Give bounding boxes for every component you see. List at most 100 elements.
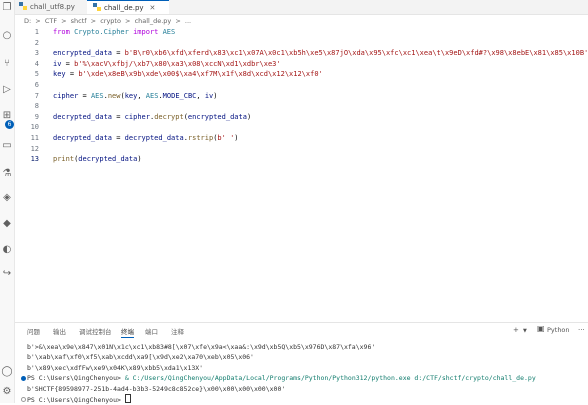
chevron-down-icon[interactable]: ▼ [523,328,527,334]
edge-tools-icon[interactable]: ◐ [1,244,13,256]
breadcrumb-symbol[interactable]: ... [185,17,191,25]
tab-debug-console[interactable]: 调试控制台 [79,326,112,336]
code-token: MODE_CBC [162,91,197,100]
remote-explorer-icon[interactable]: ▭ [1,140,13,152]
extensions-badge: 6 [5,120,14,129]
tab-comments[interactable]: 注释 [171,326,184,336]
tab-terminal[interactable]: 终端 [121,326,134,338]
code-token: encrypted_data [53,49,113,58]
code-token: decrypted_data [124,134,184,142]
line-number: 13 [30,155,39,164]
tab-chall-utf8[interactable]: chall_utf8.py [19,0,83,14]
code-token: print [53,155,75,164]
terminal-command: & C:/Users/QingChenyou/AppData/Local/Pro… [124,374,536,383]
code-line[interactable]: 11 decrypted_data = decrypted_data.rstrip… [15,133,588,144]
account-icon[interactable]: ◯ [1,366,13,378]
share-icon[interactable]: ↪ [1,268,13,280]
command-decoration-icon[interactable] [21,396,26,402]
code-line[interactable]: 5 key = b'\xde\x8eB\x9b\xde\x00$\xa4\xf7M… [15,69,588,80]
terminal-line: b'>&\xea\x9e\x847\x01N\x1c\xc1\xb83#8[\x… [15,342,588,352]
breadcrumb-crypto[interactable]: crypto [100,17,121,25]
line-number: 11 [30,134,39,142]
code-line[interactable]: 6 [15,80,588,91]
breadcrumb-ctf[interactable]: CTF [45,17,57,25]
command-decoration-icon[interactable] [21,376,26,382]
code-text: iv = b'%\xacV\xfbj/\xb7\x80\xa3\x08\xccN… [53,59,281,70]
code-line[interactable]: 10 [15,122,588,133]
line-number: 9 [34,112,39,121]
terminal-text: b'\x89\xec\xdfFw\xe9\x04K\x89\xbb5\xda1\… [27,363,204,372]
code-token: b'%\xacV\xfbj/\xb7\x80\xa3\x08\xccN\xd1\… [74,59,281,68]
line-number: 6 [34,81,39,89]
code-text: from Crypto.Cipher import AES [53,27,175,38]
code-line[interactable]: 7 cipher = AES.new(key, AES.MODE_CBC, iv) [15,91,588,102]
python-icon[interactable]: ◆ [1,218,13,230]
tab-output[interactable]: 输出 [53,326,66,336]
code-token: decrypted_data [78,155,138,164]
code-token: rstrip [187,134,214,142]
code-line[interactable]: 3 encrypted_data = b'B\r0\xb6\xfd\xferd\x… [15,48,588,59]
code-line[interactable]: 1 from Crypto.Cipher import AES [15,27,588,38]
code-token: = [112,134,125,142]
close-icon[interactable]: ✕ [150,4,156,12]
run-debug-icon[interactable]: ▷ [1,84,13,96]
tab-problems[interactable]: 问题 [27,326,40,336]
source-control-icon[interactable]: ⑂ [1,58,13,70]
explorer-icon[interactable]: ❐ [1,2,13,14]
tab-label: chall_de.py [104,4,144,12]
code-token: b'B\r0\xb6\xfd\xferd\x83\xc1\x07A\x0c1\x… [124,49,588,58]
testing-icon[interactable]: ⚗ [1,168,13,180]
more-actions-button[interactable]: ··· [578,326,585,334]
code-token: ) [234,134,239,142]
line-number: 10 [30,123,39,132]
code-line[interactable]: 2 [15,38,588,49]
code-token: decrypted_data [53,112,113,121]
code-token: key [124,91,138,100]
breadcrumb-drive[interactable]: D: [24,17,31,25]
line-number: 1 [34,28,39,36]
editor-tab-bar: chall_utf8.py chall_de.py ✕ [15,0,588,15]
code-token: cipher [53,91,79,100]
code-line[interactable]: 12 [15,144,588,155]
breadcrumb-file[interactable]: chall_de.py [135,17,172,25]
new-terminal-button[interactable]: + [513,326,519,334]
line-number: 5 [34,70,39,79]
code-token: AES [162,28,176,36]
terminal-text: b'SHCTF{89598977-251b-4ad4-b3b3-5249c8c8… [27,384,286,393]
terminal-cursor [124,393,131,403]
code-line[interactable]: 4 iv = b'%\xacV\xfbj/\xb7\x80\xa3\x08\xcc… [15,59,588,70]
code-text: cipher = AES.new(key, AES.MODE_CBC, iv) [53,91,217,102]
settings-gear-icon[interactable]: ⚙ [1,386,13,398]
python-file-icon [93,3,101,11]
code-line[interactable]: 8 [15,101,588,112]
docker-icon[interactable]: ◈ [1,192,13,204]
line-number: 3 [34,49,39,58]
tab-ports[interactable]: 端口 [145,326,158,336]
code-editor[interactable]: 1 from Crypto.Cipher import AES 2 3 encrypte… [15,27,588,317]
code-token: encrypted_data [187,112,247,121]
code-token: ) [246,112,252,121]
chevron-right-icon: > [175,17,181,25]
code-token: ) [137,155,142,164]
code-text: key = b'\xde\x8eB\x9b\xde\x00$\xa4\xf7M\… [53,69,323,80]
chevron-right-icon: > [35,17,41,25]
terminal-line: b'SHCTF{89598977-251b-4ad4-b3b3-5249c8c8… [15,384,588,394]
line-number: 12 [30,144,39,153]
search-icon[interactable]: ○ [1,30,13,42]
code-line[interactable]: 9 decrypted_data = cipher.decrypt(encrypt… [15,112,588,123]
code-token: = [78,91,91,100]
breadcrumb: D: > CTF > shctf > crypto > chall_de.py … [24,16,193,26]
terminal-output[interactable]: b'>&\xea\x9e\x847\x01N\x1c\xc1\xb83#8[\x… [15,342,588,404]
code-token: decrypt [154,112,184,121]
terminal-line: PS C:\Users\QingChenyou> & C:/Users/Qing… [15,373,588,383]
code-token: AES [90,91,104,100]
code-line[interactable]: 13 print(decrypted_data) [15,154,588,165]
terminal-text: b'>&\xea\x9e\x847\x01N\x1c\xc1\xb83#8[\x… [27,343,376,351]
breadcrumb-shctf[interactable]: shctf [71,17,87,25]
chevron-right-icon: > [125,17,131,25]
code-token: , [137,91,146,100]
code-token: b'\xde\x8eB\x9b\xde\x00$\xa4\xf7M\x1f\x8… [78,70,323,79]
tab-chall-de[interactable]: chall_de.py ✕ [87,0,169,14]
terminal-name-label[interactable]: Python [547,326,570,334]
panel-tab-bar: 问题 输出 调试控制台 终端 端口 注释 + ▼ ▣ Python ··· [15,322,588,338]
